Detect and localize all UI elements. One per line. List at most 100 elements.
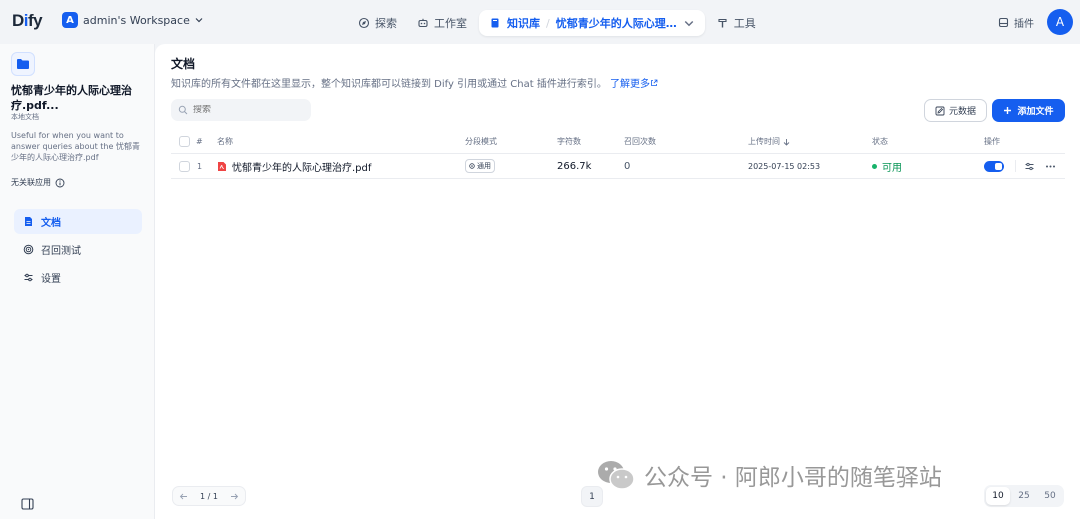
header-segment-mode: 分段模式	[465, 137, 497, 146]
related-apps-label: 无关联应用	[11, 178, 51, 187]
segment-mode-label: 通用	[477, 162, 491, 170]
sidebar-item-label: 文档	[41, 218, 61, 229]
row-upload-time: 2025-07-15 02:53	[748, 161, 821, 171]
learn-more-label[interactable]: 了解更多	[610, 79, 650, 90]
main-nav: 探索 工作室 知识库 / 忧郁青少年的人际心理… 工具	[350, 10, 764, 36]
search-box[interactable]	[171, 99, 311, 121]
nav-tools[interactable]: 工具	[709, 10, 764, 36]
info-icon[interactable]	[55, 178, 65, 188]
nav-studio[interactable]: 工作室	[409, 10, 475, 36]
top-bar: Dify A admin's Workspace 探索 工作室 知识库 / 忧郁…	[0, 0, 1080, 44]
table-row[interactable]: 1 忧郁青少年的人际心理治疗.pdf 通用 266.7k 0 2025-07-1…	[171, 154, 1065, 179]
dify-logo[interactable]: Dify	[12, 11, 43, 31]
user-avatar[interactable]: A	[1047, 9, 1073, 35]
nav-studio-label: 工作室	[434, 17, 467, 30]
dataset-description: Useful for when you want to answer queri…	[11, 131, 140, 162]
header-recall-count: 召回次数	[624, 137, 656, 146]
learn-more-link[interactable]: 了解更多	[610, 79, 658, 90]
settings-sliders-icon	[24, 273, 33, 282]
dataset-type: 本地文档	[11, 113, 39, 121]
edit-metadata-icon	[935, 106, 945, 115]
sidebar-item-label: 设置	[41, 274, 61, 285]
add-file-label: 添加文件	[1017, 107, 1054, 117]
more-options-icon[interactable]	[1045, 154, 1056, 178]
page-indicator: 1 / 1	[200, 491, 218, 501]
table-header: # 名称 分段模式 字符数 召回次数 上传时间 状态 操作	[171, 130, 1065, 154]
document-icon	[25, 217, 32, 226]
subtitle-text: 知识库的所有文件都在这里显示，整个知识库都可以链接到 Dify 引用或通过 Ch…	[171, 79, 607, 90]
actions-divider	[1015, 154, 1016, 178]
header-status: 状态	[872, 137, 888, 146]
robot-icon	[418, 18, 428, 28]
plugins-button[interactable]: 插件	[998, 15, 1034, 30]
watermark: 公众号 · 阿郎小哥的随笔驿站	[596, 458, 942, 492]
row-name-text: 忧郁青少年的人际心理治疗.pdf	[232, 162, 372, 174]
sidebar-item-documents[interactable]: 文档	[14, 209, 142, 234]
watermark-text: 公众号 · 阿郎小哥的随笔驿站	[644, 465, 942, 491]
pdf-icon	[218, 161, 226, 171]
nav-explore-label: 探索	[375, 17, 397, 30]
header-actions: 操作	[984, 137, 1000, 146]
prev-page-icon[interactable]	[173, 492, 194, 501]
header-upload-time[interactable]: 上传时间	[748, 130, 790, 153]
row-chars: 266.7k	[557, 160, 592, 172]
row-num: 1	[197, 161, 203, 171]
page-size-option[interactable]: 50	[1038, 487, 1062, 505]
dataset-sidebar: 忧郁青少年的人际心理治疗.pdf... 本地文档 Useful for when…	[0, 44, 155, 519]
plus-icon	[1004, 107, 1012, 114]
status-label: 可用	[882, 162, 902, 174]
chevron-down-icon[interactable]	[683, 17, 695, 29]
wechat-icon	[598, 461, 635, 490]
select-all-checkbox[interactable]	[179, 130, 190, 153]
nav-tools-label: 工具	[733, 17, 756, 30]
status-dot	[872, 163, 877, 169]
collapse-sidebar-icon[interactable]	[21, 495, 34, 514]
target-icon	[23, 244, 34, 255]
current-dataset-label[interactable]: 忧郁青少年的人际心理…	[556, 15, 677, 31]
chevron-down-icon	[195, 18, 203, 23]
sidebar-item-settings[interactable]: 设置	[14, 265, 142, 290]
enable-toggle[interactable]	[984, 154, 1004, 178]
nav-explore[interactable]: 探索	[350, 10, 405, 36]
nav-knowledge-label: 知识库	[507, 17, 540, 30]
nav-knowledge[interactable]: 知识库 / 忧郁青少年的人际心理…	[479, 10, 705, 36]
row-segment-mode: 通用	[465, 154, 495, 178]
row-checkbox[interactable]	[179, 154, 190, 178]
documents-panel: 文档 知识库的所有文件都在这里显示，整个知识库都可以链接到 Dify 引用或通过…	[155, 44, 1080, 519]
metadata-button[interactable]: 元数据	[924, 99, 987, 122]
hammer-icon	[718, 18, 727, 28]
folder-icon	[11, 52, 35, 76]
header-name: 名称	[217, 137, 233, 146]
segment-settings-icon[interactable]	[1024, 154, 1035, 178]
search-icon	[178, 105, 188, 115]
header-upload-time-label: 上传时间	[748, 137, 780, 146]
documents-table: # 名称 分段模式 字符数 召回次数 上传时间 状态 操作 1 忧郁青少年的人际…	[171, 130, 1065, 179]
sidebar-item-retrieval-test[interactable]: 召回测试	[14, 237, 142, 262]
page-size-option[interactable]: 25	[1012, 487, 1036, 505]
page-title: 文档	[171, 57, 196, 71]
row-name[interactable]: 忧郁青少年的人际心理治疗.pdf	[217, 154, 371, 178]
related-apps: 无关联应用	[11, 177, 65, 188]
row-recall-count: 0	[624, 160, 631, 172]
header-num: #	[196, 137, 203, 146]
segment-mode-badge: 通用	[465, 159, 495, 173]
external-link-icon	[651, 79, 658, 86]
page-size-selector: 10 25 50	[984, 485, 1064, 507]
metadata-button-label: 元数据	[948, 107, 976, 117]
dataset-name: 忧郁青少年的人际心理治疗.pdf...	[11, 84, 132, 112]
workspace-avatar: A	[62, 12, 78, 28]
row-status: 可用	[872, 154, 902, 178]
add-file-button[interactable]: 添加文件	[992, 99, 1065, 122]
header-chars: 字符数	[557, 137, 581, 146]
arrow-down-icon	[783, 138, 790, 146]
compass-icon	[358, 17, 370, 29]
next-page-icon[interactable]	[224, 492, 245, 501]
plugin-icon	[998, 17, 1009, 28]
general-mode-icon	[469, 163, 475, 169]
page-size-option[interactable]: 10	[986, 487, 1010, 505]
search-input[interactable]	[193, 105, 303, 115]
pagination-control: 1 / 1	[172, 486, 246, 506]
book-icon	[491, 18, 499, 28]
breadcrumb-separator: /	[546, 16, 550, 30]
workspace-switcher[interactable]: A admin's Workspace	[62, 12, 203, 28]
